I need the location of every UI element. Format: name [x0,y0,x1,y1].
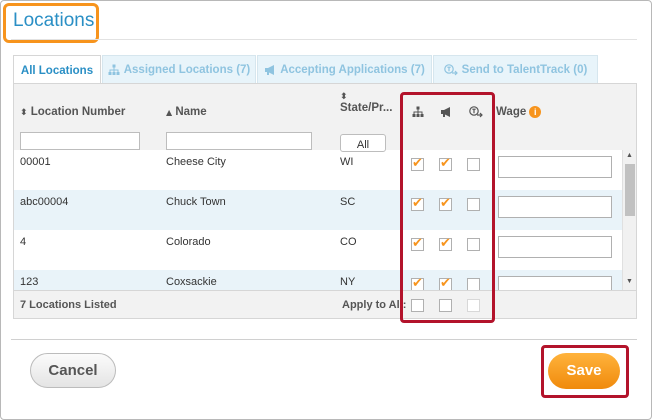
location-number-filter-input[interactable] [20,132,140,150]
table-header: ⬍ Location Number ▲ Name ⬍ State/Pr... W… [14,84,636,152]
column-wage[interactable]: Wage i [496,106,542,118]
column-location-number[interactable]: ⬍ Location Number [20,106,125,118]
tab-label: Send to TalentTrack (0) [461,64,588,76]
state-cell: SC [340,196,356,208]
column-state[interactable]: ⬍ State/Pr... [340,92,392,114]
sitemap-icon [108,64,120,75]
title-divider [11,39,637,40]
save-button[interactable]: Save [548,353,620,389]
location-name-cell: Chuck Town [166,196,226,208]
cancel-button[interactable]: Cancel [30,353,116,388]
tab-assigned-locations[interactable]: Assigned Locations (7) [102,55,256,84]
scrollbar-thumb[interactable] [625,164,635,216]
talenttrack-send-icon [443,64,458,76]
locations-table: ⬍ Location Number ▲ Name ⬍ State/Pr... W… [13,83,637,319]
location-tabs: All Locations Assigned Locations (7) Acc… [13,55,598,85]
state-cell: CO [340,236,357,248]
table-footer: 7 Locations Listed Apply to All: [14,290,636,318]
apply-to-all-label: Apply to All: [342,299,407,311]
scroll-down-icon[interactable]: ▼ [626,278,633,285]
tab-label: Assigned Locations (7) [123,64,251,76]
scroll-up-icon[interactable]: ▲ [626,152,633,159]
wage-input[interactable] [498,156,612,178]
tab-accepting-applications[interactable]: Accepting Applications (7) [257,55,432,84]
sort-ascending-icon: ▲ [166,108,173,117]
tab-label: All Locations [20,64,94,77]
footer-divider [11,339,637,340]
wage-input[interactable] [498,236,612,258]
location-number-cell: 4 [20,236,27,248]
locations-dialog: Locations All Locations Assigned Locatio… [0,0,652,420]
locations-count: 7 Locations Listed [20,299,117,311]
sort-icon: ⬍ [20,108,28,118]
info-icon[interactable]: i [529,106,542,118]
location-number-cell: abc00004 [20,196,69,208]
page-title: Locations [13,10,95,31]
location-name-cell: Colorado [166,236,211,248]
table-row: 00001 Cheese City WI [14,150,622,190]
name-filter-input[interactable] [166,132,312,150]
table-row: 123 Coxsackie NY [14,270,622,290]
vertical-scrollbar[interactable]: ▲ ▼ [622,150,636,290]
wage-input[interactable] [498,196,612,218]
sort-icon: ⬍ [340,92,348,102]
location-number-cell: 123 [20,276,39,288]
table-row: abc00004 Chuck Town SC [14,190,622,230]
tab-label: Accepting Applications (7) [280,64,425,76]
table-row: 4 Colorado CO [14,230,622,270]
megaphone-icon [265,65,275,75]
location-name-cell: Coxsackie [166,276,217,288]
state-cell: WI [340,156,354,168]
column-name[interactable]: ▲ Name [166,106,207,118]
tab-all-locations[interactable]: All Locations [13,55,101,85]
wage-input[interactable] [498,276,612,290]
checkbox-columns-highlight [400,92,495,323]
state-cell: NY [340,276,356,288]
tab-send-to-talenttrack[interactable]: Send to TalentTrack (0) [433,55,598,84]
location-number-cell: 00001 [20,156,51,168]
table-body[interactable]: 00001 Cheese City WI abc00004 Chuck Town… [14,150,622,290]
location-name-cell: Cheese City [166,156,226,168]
